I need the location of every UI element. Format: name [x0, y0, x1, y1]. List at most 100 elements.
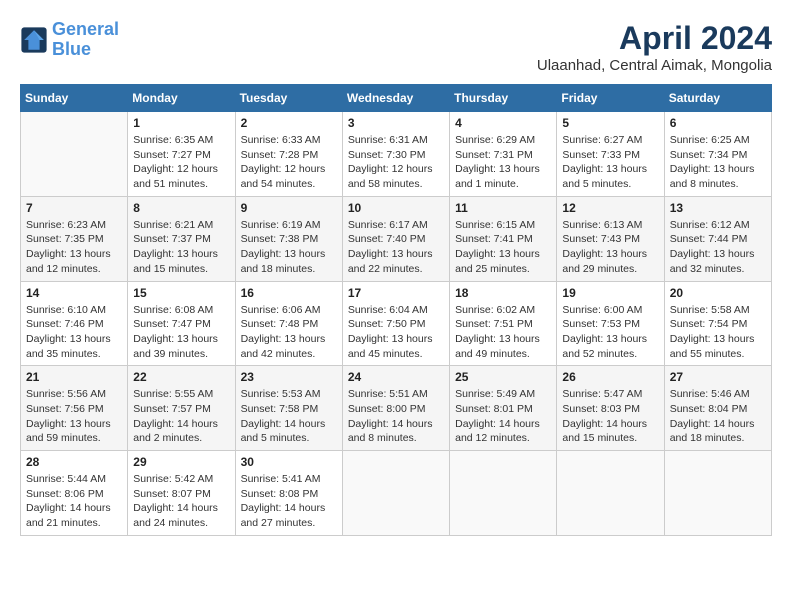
day-detail: Sunrise: 6:29 AM Sunset: 7:31 PM Dayligh…: [455, 133, 551, 192]
calendar-cell: 7 Sunrise: 6:23 AM Sunset: 7:35 PM Daylig…: [21, 196, 128, 281]
calendar-cell: 24Sunrise: 5:51 AM Sunset: 8:00 PM Dayli…: [342, 366, 449, 451]
weekday-header-row: SundayMondayTuesdayWednesdayThursdayFrid…: [21, 85, 772, 112]
day-number: 25: [455, 370, 551, 384]
day-detail: Sunrise: 5:44 AM Sunset: 8:06 PM Dayligh…: [26, 472, 122, 531]
calendar-cell: 19 Sunrise: 6:00 AM Sunset: 7:53 PM Dayli…: [557, 281, 664, 366]
calendar-week-row: 28 Sunrise: 5:44 AM Sunset: 8:06 PM Dayli…: [21, 451, 772, 536]
day-detail: Sunrise: 5:55 AM Sunset: 7:57 PM Dayligh…: [133, 387, 229, 446]
weekday-header-sunday: Sunday: [21, 85, 128, 112]
day-detail: Sunrise: 5:47 AM Sunset: 8:03 PM Dayligh…: [562, 387, 658, 446]
weekday-header-wednesday: Wednesday: [342, 85, 449, 112]
calendar-week-row: 14 Sunrise: 6:10 AM Sunset: 7:46 PM Dayli…: [21, 281, 772, 366]
calendar-cell: 29Sunrise: 5:42 AM Sunset: 8:07 PM Dayli…: [128, 451, 235, 536]
day-detail: Sunrise: 6:13 AM Sunset: 7:43 PM Dayligh…: [562, 218, 658, 277]
calendar-cell: 30 Sunrise: 5:41 AM Sunset: 8:08 PM Dayli…: [235, 451, 342, 536]
day-number: 10: [348, 201, 444, 215]
day-number: 7: [26, 201, 122, 215]
calendar-cell: 2 Sunrise: 6:33 AM Sunset: 7:28 PM Daylig…: [235, 112, 342, 197]
day-number: 14: [26, 286, 122, 300]
calendar-cell: 9Sunrise: 6:19 AM Sunset: 7:38 PM Daylig…: [235, 196, 342, 281]
month-year-title: April 2024: [537, 20, 772, 57]
weekday-header-thursday: Thursday: [450, 85, 557, 112]
calendar-cell: 25 Sunrise: 5:49 AM Sunset: 8:01 PM Dayli…: [450, 366, 557, 451]
day-detail: Sunrise: 6:12 AM Sunset: 7:44 PM Dayligh…: [670, 218, 766, 277]
location-subtitle: Ulaanhad, Central Aimak, Mongolia: [537, 57, 772, 74]
day-detail: Sunrise: 6:27 AM Sunset: 7:33 PM Dayligh…: [562, 133, 658, 192]
day-number: 30: [241, 455, 337, 469]
page-header: General Blue April 2024 Ulaanhad, Centra…: [20, 20, 772, 74]
calendar-cell: 6Sunrise: 6:25 AM Sunset: 7:34 PM Daylig…: [664, 112, 771, 197]
day-number: 4: [455, 116, 551, 130]
logo-icon: [20, 26, 48, 54]
logo-name: General Blue: [52, 20, 119, 60]
day-number: 28: [26, 455, 122, 469]
calendar-cell: 13 Sunrise: 6:12 AM Sunset: 7:44 PM Dayli…: [664, 196, 771, 281]
calendar-cell: 15 Sunrise: 6:08 AM Sunset: 7:47 PM Dayli…: [128, 281, 235, 366]
calendar-week-row: 21 Sunrise: 5:56 AM Sunset: 7:56 PM Dayli…: [21, 366, 772, 451]
day-number: 17: [348, 286, 444, 300]
day-detail: Sunrise: 6:00 AM Sunset: 7:53 PM Dayligh…: [562, 303, 658, 362]
day-number: 9: [241, 201, 337, 215]
day-number: 26: [562, 370, 658, 384]
calendar-cell: 14 Sunrise: 6:10 AM Sunset: 7:46 PM Dayli…: [21, 281, 128, 366]
calendar-cell: 11Sunrise: 6:15 AM Sunset: 7:41 PM Dayli…: [450, 196, 557, 281]
day-number: 23: [241, 370, 337, 384]
calendar-cell: 12 Sunrise: 6:13 AM Sunset: 7:43 PM Dayli…: [557, 196, 664, 281]
calendar-cell: [21, 112, 128, 197]
day-detail: Sunrise: 6:17 AM Sunset: 7:40 PM Dayligh…: [348, 218, 444, 277]
day-detail: Sunrise: 6:10 AM Sunset: 7:46 PM Dayligh…: [26, 303, 122, 362]
calendar-cell: 3 Sunrise: 6:31 AM Sunset: 7:30 PM Daylig…: [342, 112, 449, 197]
day-number: 22: [133, 370, 229, 384]
day-detail: Sunrise: 6:04 AM Sunset: 7:50 PM Dayligh…: [348, 303, 444, 362]
calendar-cell: 22 Sunrise: 5:55 AM Sunset: 7:57 PM Dayli…: [128, 366, 235, 451]
day-detail: Sunrise: 6:33 AM Sunset: 7:28 PM Dayligh…: [241, 133, 337, 192]
day-detail: Sunrise: 6:15 AM Sunset: 7:41 PM Dayligh…: [455, 218, 551, 277]
calendar-cell: 20 Sunrise: 5:58 AM Sunset: 7:54 PM Dayli…: [664, 281, 771, 366]
day-number: 1: [133, 116, 229, 130]
title-block: April 2024 Ulaanhad, Central Aimak, Mong…: [537, 20, 772, 74]
day-number: 8: [133, 201, 229, 215]
day-number: 24: [348, 370, 444, 384]
day-number: 5: [562, 116, 658, 130]
weekday-header-friday: Friday: [557, 85, 664, 112]
day-number: 18: [455, 286, 551, 300]
day-number: 2: [241, 116, 337, 130]
day-number: 20: [670, 286, 766, 300]
calendar-cell: 4 Sunrise: 6:29 AM Sunset: 7:31 PM Daylig…: [450, 112, 557, 197]
calendar-table: SundayMondayTuesdayWednesdayThursdayFrid…: [20, 84, 772, 536]
day-number: 29: [133, 455, 229, 469]
calendar-week-row: 1 Sunrise: 6:35 AM Sunset: 7:27 PM Daylig…: [21, 112, 772, 197]
calendar-cell: 28 Sunrise: 5:44 AM Sunset: 8:06 PM Dayli…: [21, 451, 128, 536]
day-detail: Sunrise: 6:02 AM Sunset: 7:51 PM Dayligh…: [455, 303, 551, 362]
day-detail: Sunrise: 5:49 AM Sunset: 8:01 PM Dayligh…: [455, 387, 551, 446]
calendar-week-row: 7 Sunrise: 6:23 AM Sunset: 7:35 PM Daylig…: [21, 196, 772, 281]
day-number: 12: [562, 201, 658, 215]
calendar-cell: [557, 451, 664, 536]
weekday-header-saturday: Saturday: [664, 85, 771, 112]
logo: General Blue: [20, 20, 119, 60]
day-detail: Sunrise: 5:53 AM Sunset: 7:58 PM Dayligh…: [241, 387, 337, 446]
day-detail: Sunrise: 6:23 AM Sunset: 7:35 PM Dayligh…: [26, 218, 122, 277]
calendar-cell: 10 Sunrise: 6:17 AM Sunset: 7:40 PM Dayli…: [342, 196, 449, 281]
calendar-cell: 1 Sunrise: 6:35 AM Sunset: 7:27 PM Daylig…: [128, 112, 235, 197]
day-detail: Sunrise: 5:56 AM Sunset: 7:56 PM Dayligh…: [26, 387, 122, 446]
calendar-cell: 27Sunrise: 5:46 AM Sunset: 8:04 PM Dayli…: [664, 366, 771, 451]
day-detail: Sunrise: 6:35 AM Sunset: 7:27 PM Dayligh…: [133, 133, 229, 192]
day-number: 19: [562, 286, 658, 300]
day-detail: Sunrise: 5:46 AM Sunset: 8:04 PM Dayligh…: [670, 387, 766, 446]
day-detail: Sunrise: 6:21 AM Sunset: 7:37 PM Dayligh…: [133, 218, 229, 277]
day-number: 13: [670, 201, 766, 215]
day-detail: Sunrise: 5:41 AM Sunset: 8:08 PM Dayligh…: [241, 472, 337, 531]
calendar-cell: 23 Sunrise: 5:53 AM Sunset: 7:58 PM Dayli…: [235, 366, 342, 451]
day-detail: Sunrise: 5:58 AM Sunset: 7:54 PM Dayligh…: [670, 303, 766, 362]
day-number: 6: [670, 116, 766, 130]
day-number: 15: [133, 286, 229, 300]
calendar-cell: [342, 451, 449, 536]
day-number: 21: [26, 370, 122, 384]
calendar-cell: 5 Sunrise: 6:27 AM Sunset: 7:33 PM Daylig…: [557, 112, 664, 197]
day-number: 3: [348, 116, 444, 130]
calendar-cell: 16Sunrise: 6:06 AM Sunset: 7:48 PM Dayli…: [235, 281, 342, 366]
day-detail: Sunrise: 6:08 AM Sunset: 7:47 PM Dayligh…: [133, 303, 229, 362]
day-detail: Sunrise: 6:31 AM Sunset: 7:30 PM Dayligh…: [348, 133, 444, 192]
calendar-cell: 18 Sunrise: 6:02 AM Sunset: 7:51 PM Dayli…: [450, 281, 557, 366]
